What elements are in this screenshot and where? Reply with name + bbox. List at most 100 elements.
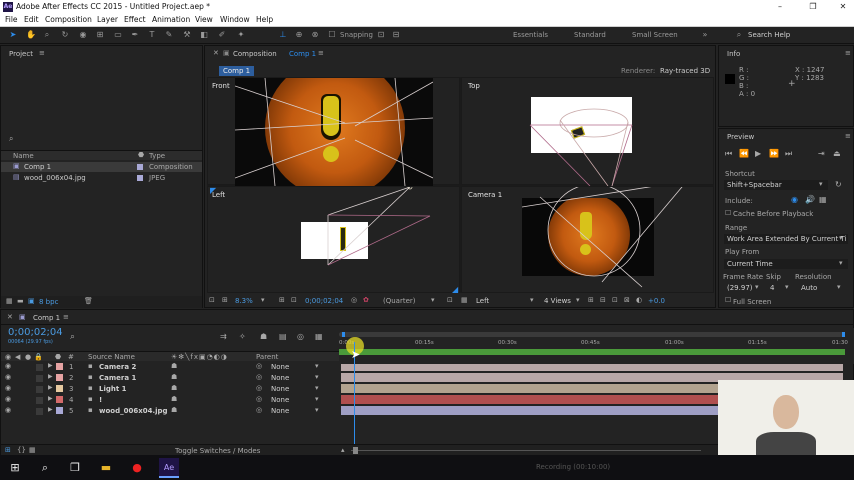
dropdown-icon[interactable]: ▾ — [576, 296, 580, 304]
dropdown-icon[interactable]: ▾ — [261, 296, 265, 304]
grid-icon[interactable]: ⊞ — [279, 296, 285, 304]
shy-layers-icon[interactable]: ☗ — [260, 332, 267, 341]
eraser-tool-icon[interactable]: ◧ — [199, 30, 209, 40]
selection-tool-icon[interactable]: ➤ — [8, 30, 18, 40]
cache-label[interactable]: Cache Before Playback — [733, 210, 813, 218]
workspace-small-screen[interactable]: Small Screen — [632, 31, 678, 39]
label-swatch[interactable] — [56, 396, 63, 403]
pickwhip-icon[interactable]: ◎ — [256, 362, 262, 370]
interpret-footage-icon[interactable]: ▦ — [6, 297, 13, 305]
table-row[interactable]: ◉ ▶ 2 ▪ Camera 1 ☗ ◎ None ▾ — [1, 373, 339, 383]
delete-icon[interactable]: 🗑 — [84, 297, 93, 305]
comp-sub-tab[interactable]: Comp 1 — [219, 66, 255, 76]
loop-icon[interactable]: ⏏ — [833, 149, 841, 158]
type-tool-icon[interactable]: T — [147, 30, 157, 40]
play-from-select[interactable]: Current Time ▾ — [724, 259, 848, 269]
lock-icon[interactable]: ▣ — [223, 49, 230, 57]
transparency-grid-icon[interactable]: ▦ — [461, 296, 468, 304]
view-layout-value[interactable]: 4 Views — [544, 297, 571, 305]
timeline-icon[interactable]: ⊡ — [612, 296, 618, 304]
menu-effect[interactable]: Effect — [124, 15, 146, 24]
world-axis-icon[interactable]: ⊕ — [294, 30, 304, 40]
roto-brush-tool-icon[interactable]: ✐ — [217, 30, 227, 40]
zoom-slider-handle[interactable] — [353, 447, 358, 454]
rotate-tool-icon[interactable]: ↻ — [60, 30, 70, 40]
left-view[interactable]: Left ◤ ◢ — [207, 186, 460, 294]
after-effects-icon[interactable]: Ae — [159, 458, 179, 478]
panel-menu-icon[interactable]: ≡ — [39, 49, 45, 57]
skip-value[interactable]: 4 — [770, 284, 774, 292]
range-select[interactable]: Work Area Extended By Current Ti ▾ — [724, 234, 848, 244]
reset-exposure-icon[interactable]: ◐ — [636, 296, 642, 304]
column-parent[interactable]: Parent — [256, 353, 278, 361]
new-comp-icon[interactable]: ▣ — [28, 297, 35, 305]
top-view[interactable]: Top — [461, 77, 714, 186]
parent-value[interactable]: None — [271, 385, 289, 393]
menu-view[interactable]: View — [195, 15, 213, 24]
search-icon[interactable]: ⌕ — [70, 332, 75, 342]
work-area-bar[interactable] — [339, 349, 845, 355]
list-item[interactable]: ▣ Comp 1 Composition — [1, 162, 202, 172]
graph-editor-icon[interactable]: ▦ — [315, 332, 323, 341]
file-explorer-icon[interactable]: ▬ — [97, 459, 115, 477]
front-view[interactable]: Front — [207, 77, 460, 186]
layer-name[interactable]: Light 1 — [99, 385, 127, 393]
motion-blur-icon[interactable]: ◎ — [297, 332, 304, 341]
label-swatch[interactable] — [56, 407, 63, 414]
label-swatch[interactable] — [56, 363, 63, 370]
layer-name[interactable]: ! — [99, 396, 102, 404]
label-swatch[interactable] — [56, 374, 63, 381]
comp-flowchart-icon[interactable]: ⊠ — [624, 296, 630, 304]
time-ruler[interactable]: 0:00s 00:15s 00:30s 00:45s 01:00s 01:15s… — [339, 328, 854, 462]
last-frame-icon[interactable]: ⏭ — [785, 149, 792, 159]
search-icon[interactable]: ⌕ — [36, 459, 54, 477]
chevron-down-icon[interactable]: ▾ — [315, 395, 319, 403]
pickwhip-icon[interactable]: ◎ — [256, 373, 262, 381]
panel-menu-icon[interactable]: ≡ — [318, 49, 324, 57]
search-help-label[interactable]: Search Help — [748, 31, 790, 39]
3d-view-value[interactable]: Left — [476, 297, 489, 305]
lock-toggle[interactable] — [36, 386, 43, 393]
include-overlays-icon[interactable]: ▦ — [819, 195, 827, 204]
video-toggle-icon[interactable]: ◉ — [5, 353, 11, 361]
shy-switch-icon[interactable]: ☗ — [171, 384, 177, 392]
frame-blending-icon[interactable]: ▤ — [279, 332, 287, 341]
parent-value[interactable]: None — [271, 374, 289, 382]
close-button[interactable]: ✕ — [833, 1, 853, 13]
layer-name[interactable]: Camera 1 — [99, 374, 136, 382]
camera-tool-icon[interactable]: ◉ — [78, 30, 88, 40]
new-folder-icon[interactable]: ▬ — [17, 297, 24, 305]
frame-rate-value[interactable]: (29.97) — [727, 284, 753, 292]
video-toggle-icon[interactable]: ◉ — [5, 362, 11, 370]
zoom-tool-icon[interactable]: ⌕ — [42, 30, 52, 40]
table-row[interactable]: ◉ ▶ 3 ▪ Light 1 ☗ ◎ None ▾ — [1, 384, 339, 394]
audio-toggle-icon[interactable]: ◀ — [15, 353, 20, 361]
chevron-down-icon[interactable]: ▾ — [315, 373, 319, 381]
pan-behind-tool-icon[interactable]: ⊞ — [95, 30, 105, 40]
parent-value[interactable]: None — [271, 396, 289, 404]
workspace-more-icon[interactable]: » — [700, 30, 710, 40]
search-icon[interactable]: ⌕ — [9, 134, 13, 144]
puppet-tool-icon[interactable]: ✦ — [236, 30, 246, 40]
expand-arrow-icon[interactable]: ▶ — [48, 373, 53, 380]
snapping-checkbox-icon[interactable]: ☐ — [327, 30, 337, 40]
exposure-value[interactable]: +0.0 — [648, 297, 665, 305]
task-view-icon[interactable]: ❐ — [66, 459, 84, 477]
windows-start-icon[interactable]: ⊞ — [6, 459, 24, 477]
chevron-down-icon[interactable]: ▾ — [315, 362, 319, 370]
fast-previews-icon[interactable]: ⊟ — [600, 296, 606, 304]
video-toggle-icon[interactable]: ◉ — [5, 384, 11, 392]
timecode-value[interactable]: 0;00;02;04 — [305, 297, 343, 305]
play-icon[interactable]: ▶ — [755, 149, 761, 158]
parent-value[interactable]: None — [271, 407, 289, 415]
layer-name[interactable]: wood_006x04.jpg — [99, 407, 168, 415]
shy-switch-icon[interactable]: ☗ — [171, 362, 177, 370]
lock-toggle[interactable] — [36, 408, 43, 415]
time-navigator[interactable] — [339, 332, 845, 337]
shortcut-select[interactable]: Shift+Spacebar ▾ — [724, 180, 828, 190]
composition-tab-label[interactable]: Composition — [233, 50, 277, 58]
lock-toggle[interactable] — [36, 397, 43, 404]
clone-stamp-tool-icon[interactable]: ⚒ — [182, 30, 192, 40]
snapping-label[interactable]: Snapping — [340, 31, 373, 39]
zoom-value[interactable]: 8.3% — [235, 297, 253, 305]
